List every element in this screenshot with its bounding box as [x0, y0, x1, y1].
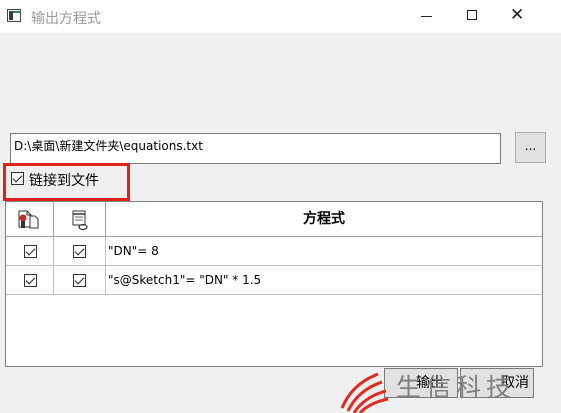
browse-button[interactable]: ...	[515, 132, 546, 163]
include-cell[interactable]	[6, 266, 54, 294]
table-row[interactable]: "DN"= 8	[6, 237, 542, 266]
link-cell[interactable]	[54, 266, 106, 294]
close-button[interactable]: ✕	[496, 0, 542, 33]
equations-table: 方程式 "DN"= 8 "s@Sketch1"= "DN" * 1.5	[5, 201, 543, 367]
minimize-button[interactable]	[404, 0, 450, 33]
title-bar: 输出方程式 ✕	[0, 0, 561, 33]
include-checkbox[interactable]	[24, 274, 37, 287]
link-cell[interactable]	[54, 237, 106, 265]
app-window-icon	[7, 9, 21, 22]
include-part-icon	[18, 210, 39, 229]
watermark-text: 生信科技	[396, 373, 517, 402]
watermark: 生信科技	[336, 364, 561, 413]
equation-cell[interactable]: "s@Sketch1"= "DN" * 1.5	[106, 266, 542, 294]
equation-cell[interactable]: "DN"= 8	[106, 237, 542, 265]
link-checkbox[interactable]	[73, 274, 86, 287]
link-checkbox[interactable]	[73, 245, 86, 258]
table-row[interactable]: "s@Sketch1"= "DN" * 1.5	[6, 266, 542, 295]
column-header-equation[interactable]: 方程式	[106, 202, 542, 237]
highlight-box	[3, 163, 130, 201]
calendar-link-icon	[72, 210, 88, 231]
maximize-icon	[467, 10, 477, 20]
minimize-icon	[421, 16, 432, 17]
include-cell[interactable]	[6, 237, 54, 265]
close-icon: ✕	[510, 5, 525, 25]
maximize-button[interactable]	[450, 0, 496, 33]
column-header-include[interactable]	[6, 202, 54, 237]
file-path-input[interactable]: D:\桌面\新建文件夹\equations.txt	[10, 133, 501, 164]
watermark-logo-icon	[340, 372, 389, 413]
window-title: 输出方程式	[31, 11, 101, 27]
column-header-link[interactable]	[54, 202, 106, 237]
include-checkbox[interactable]	[24, 245, 37, 258]
